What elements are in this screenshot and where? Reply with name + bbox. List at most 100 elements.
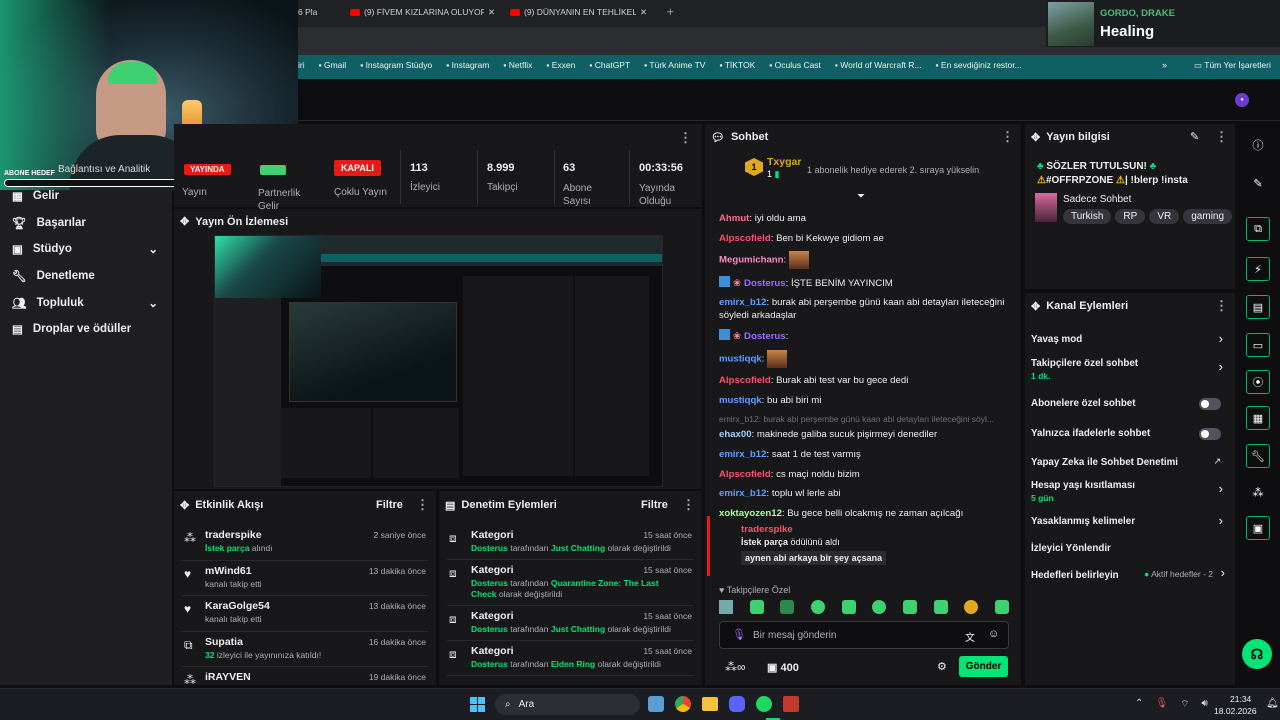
chat-username[interactable]: Dosterus: [744, 278, 786, 289]
bookmark[interactable]: ▪ Exxen: [546, 60, 575, 70]
multistream-badge[interactable]: KAPALI: [334, 160, 381, 176]
chat-message[interactable]: ❀ Dosterus:: [719, 328, 1011, 343]
layout-icon[interactable]: ▦: [1246, 406, 1270, 430]
bookmark[interactable]: ▪ World of Warcraft R...: [835, 60, 922, 70]
channel-action-item[interactable]: Abonelere özel sohbet: [1031, 389, 1229, 419]
category-name[interactable]: Sadece Sohbet: [1063, 194, 1131, 205]
close-tab-icon[interactable]: ✕: [640, 7, 647, 18]
expand-icon[interactable]: ⏷: [857, 191, 865, 202]
activity-user[interactable]: mWind61: [205, 565, 252, 577]
sidebar-item-basarilar[interactable]: 🏆︎ Başarılar: [0, 210, 172, 237]
spotify-icon[interactable]: [756, 696, 772, 712]
chat-message[interactable]: mustiqqk: bu abi biri mi: [719, 394, 1011, 407]
mod-action-item[interactable]: ⧈ Kategori Dosterus tarafından Elden Ring …: [447, 641, 694, 676]
chat-message[interactable]: ❀ Dosterus: İŞTE BENİM YAYINCIM: [719, 275, 1011, 290]
gift-leader[interactable]: 1 Txygar 1 ▮ 1 abonelik hediye ederek 2.…: [745, 156, 985, 184]
chat-username[interactable]: emirx_b12: [719, 488, 766, 499]
mod-action-item[interactable]: ⧈ Kategori Dosterus tarafından Just Chatti…: [447, 606, 694, 641]
photos-icon[interactable]: [648, 696, 664, 712]
channel-action-item[interactable]: Yasaklanmış kelimeler ›: [1031, 507, 1229, 534]
discord-icon[interactable]: [729, 696, 745, 712]
chat-username[interactable]: Alpscofield: [719, 233, 771, 244]
mod-menu-icon[interactable]: ⋮: [682, 497, 695, 513]
info-icon[interactable]: ⓘ: [1246, 133, 1270, 157]
channel-action-item[interactable]: Hesap yaşı kısıtlaması 5 gün ›: [1031, 477, 1229, 507]
bookmark[interactable]: ▪ Instagram Stüdyo: [360, 60, 432, 70]
bookmark[interactable]: ▪ Instagram: [446, 60, 489, 70]
emote-icon[interactable]: [994, 600, 1009, 614]
bookmark[interactable]: ▪ TİKTOK: [719, 60, 755, 70]
bookmark[interactable]: ▪ En sevdiğiniz restor...: [936, 60, 1022, 70]
emote-icon[interactable]: [902, 600, 917, 614]
activity-item[interactable]: ♥ KaraGolge54 kanalı takip etti 13 dakika ö…: [182, 596, 428, 632]
all-bookmarks-button[interactable]: ▭ Tüm Yer İşaretleri: [1194, 60, 1271, 71]
new-tab-button[interactable]: ＋: [666, 6, 686, 18]
reply-hint[interactable]: emirx_b12: burak abi perşembe günü kaan …: [719, 413, 1011, 426]
browser-tab[interactable]: (9) DÜNYANIN EN TEHLİKELİ TE ✕: [506, 6, 666, 18]
channel-action-item[interactable]: Yalnızca ifadelerle sohbet: [1031, 419, 1229, 448]
channel-action-item[interactable]: Hedefleri belirleyin ● Aktif hedefler - 2…: [1031, 561, 1229, 586]
category-thumb[interactable]: [1035, 193, 1057, 222]
emote-icon[interactable]: [810, 600, 825, 614]
chat-message[interactable]: Alpscofield: Burak abi test var bu gece …: [719, 374, 1011, 387]
bookmark[interactable]: ▪ Oculus Cast: [769, 60, 821, 70]
pencil-icon[interactable]: ✎: [1246, 171, 1270, 195]
chat-message[interactable]: Ahmut: iyi oldu ama: [719, 212, 1011, 225]
bookmark[interactable]: iri: [298, 60, 305, 70]
chat-bubble-icon[interactable]: ▭: [1246, 333, 1270, 357]
chat-username[interactable]: mustiqqk: [719, 353, 762, 364]
chat-username[interactable]: emirx_b12: [719, 449, 766, 460]
sidebar-item-studyo[interactable]: ▣ Stüdyo ⌄: [0, 236, 172, 263]
channel-actions-menu-icon[interactable]: ⋮: [1215, 298, 1228, 314]
chat-message[interactable]: mustiqqk:: [719, 349, 1011, 368]
chat-menu-icon[interactable]: ⋮: [1001, 129, 1014, 145]
browser-tab[interactable]: (9) FİVEM KIZLARINA OLUYOR! ✕: [346, 6, 506, 18]
clip-icon[interactable]: ⧉: [1246, 217, 1270, 241]
chat-username[interactable]: Megumichann: [719, 255, 784, 266]
volume-icon[interactable]: 🔊︎: [1202, 698, 1208, 711]
chat-username[interactable]: Dosterus: [744, 331, 786, 342]
document-icon[interactable]: ▤: [1246, 295, 1270, 319]
chat-message[interactable]: Megumichann:: [719, 251, 1011, 270]
game-icon[interactable]: ▣: [1246, 516, 1270, 540]
mod-filter-button[interactable]: Filtre: [641, 499, 668, 511]
chat-message[interactable]: Alpscofield: cs maçi noldu bizim: [719, 468, 1011, 481]
clock-time[interactable]: 21:34: [1230, 694, 1251, 704]
chat-message[interactable]: ehax00: makinede galiba sucuk pişirmeyi …: [719, 428, 1011, 441]
send-button[interactable]: Gönder: [959, 656, 1008, 677]
chat-username[interactable]: ehax00: [719, 429, 752, 440]
lightning-icon[interactable]: ⚡︎: [1246, 257, 1270, 281]
browser-tab[interactable]: 6 Pla: [298, 6, 346, 18]
emote-icon[interactable]: [780, 600, 795, 614]
chat-username[interactable]: mustiqqk: [719, 395, 762, 406]
bookmark[interactable]: ▪ Netflix: [503, 60, 532, 70]
dots-icon[interactable]: ⁂: [1246, 480, 1270, 504]
chat-message[interactable]: emirx_b12: toplu wl lerle abi: [719, 487, 1011, 500]
infinity-icon[interactable]: ⁂∞: [725, 660, 746, 674]
mic-tray-icon[interactable]: 🎙︎: [1155, 698, 1168, 711]
chat-message[interactable]: Alpscofield: Ben bi Kekwye gidiom ae: [719, 232, 1011, 245]
mic-icon[interactable]: 🎙︎: [732, 628, 746, 641]
folder-icon[interactable]: [702, 697, 718, 711]
channel-action-item[interactable]: Yavaş mod ›: [1031, 325, 1229, 355]
wifi-icon[interactable]: ⌔: [1180, 698, 1189, 711]
stats-menu-icon[interactable]: ⋮: [679, 130, 692, 146]
activity-user[interactable]: traderspike: [205, 529, 262, 541]
start-icon[interactable]: [470, 697, 485, 712]
clock-date[interactable]: 18.02.2026: [1214, 706, 1257, 716]
activity-user[interactable]: iRAYVEN: [205, 671, 251, 683]
tag[interactable]: Turkish: [1063, 209, 1112, 224]
emote-icon[interactable]: [841, 600, 856, 614]
activity-menu-icon[interactable]: ⋮: [416, 497, 429, 513]
notification-icon[interactable]: 🔔︎: [1266, 698, 1279, 709]
chrome-icon[interactable]: [675, 696, 691, 712]
emote-icon[interactable]: [719, 600, 733, 614]
bookmark[interactable]: ▪ ChatGPT: [589, 60, 630, 70]
chat-message[interactable]: emirx_b12: saat 1 de test varmış: [719, 448, 1011, 461]
tag[interactable]: gaming: [1183, 209, 1233, 224]
emote-picker-icon[interactable]: ☺: [988, 628, 999, 640]
sidebar-item-denetleme[interactable]: 🔧︎ Denetleme: [0, 263, 172, 290]
chat-message[interactable]: emirx_b12: burak abi perşembe günü kaan …: [719, 296, 1011, 322]
toggle-switch[interactable]: [1199, 398, 1221, 410]
activity-user[interactable]: KaraGolge54: [205, 600, 270, 612]
